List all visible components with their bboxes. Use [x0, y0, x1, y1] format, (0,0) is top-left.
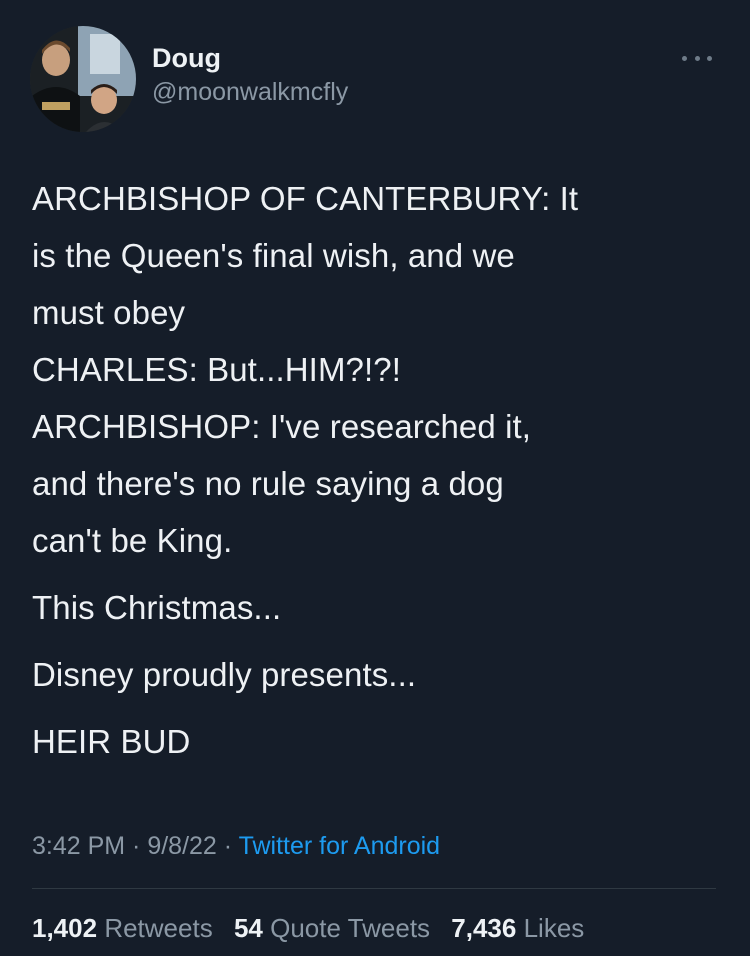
likes-count: 7,436 — [451, 913, 517, 943]
retweets-label: Retweets — [104, 913, 213, 943]
tweet-line: ARCHBISHOP: I've researched it, — [32, 408, 532, 445]
tweet-stats: 1,402 Retweets 54 Quote Tweets 7,436 Lik… — [32, 910, 598, 946]
avatar[interactable] — [30, 26, 136, 132]
likes-label: Likes — [523, 913, 585, 943]
quotes-count: 54 — [233, 913, 263, 943]
dot — [682, 55, 687, 61]
user-handle[interactable]: @moonwalkmcfly — [152, 76, 348, 108]
tweet-header: Doug @moonwalkmcfly — [30, 22, 720, 132]
tweet-line: and there's no rule saying a dog — [32, 465, 504, 502]
likes-stat[interactable]: 7,436 Likes — [451, 913, 584, 943]
tweet-line: This Christmas... — [32, 589, 282, 626]
tweet-meta: 3:42 PM · 9/8/22 · Twitter for Android — [32, 828, 440, 864]
author-names: Doug @moonwalkmcfly — [152, 42, 348, 108]
divider — [32, 888, 716, 889]
retweets-count: 1,402 — [32, 913, 98, 943]
dot — [694, 55, 700, 61]
tweet-line: can't be King. — [32, 522, 233, 559]
tweet-card: Doug @moonwalkmcfly ARCHBISHOP OF CANTER… — [0, 0, 750, 956]
tweet-date[interactable]: 9/8/22 — [147, 832, 217, 860]
tweet-line: HEIR BUD — [32, 723, 191, 760]
separator: · — [125, 832, 148, 860]
display-name[interactable]: Doug — [152, 42, 348, 74]
source-link[interactable]: Twitter for Android — [239, 832, 440, 860]
tweet-text: ARCHBISHOP OF CANTERBURY: It is the Quee… — [32, 170, 722, 770]
quotes-label: Quote Tweets — [270, 913, 431, 943]
tweet-line: must obey — [32, 294, 186, 331]
dot — [707, 55, 712, 61]
quote-tweets-stat[interactable]: 54 Quote Tweets — [234, 913, 430, 943]
tweet-line: CHARLES: But...HIM?!?! — [32, 351, 401, 388]
profile-photo-icon — [30, 26, 136, 132]
more-dots-icon[interactable] — [682, 52, 712, 64]
tweet-line: ARCHBISHOP OF CANTERBURY: It — [32, 180, 579, 217]
tweet-line: Disney proudly presents... — [32, 656, 417, 693]
separator: · — [216, 832, 239, 860]
retweets-stat[interactable]: 1,402 Retweets — [32, 913, 213, 943]
tweet-line: is the Queen's final wish, and we — [32, 237, 515, 274]
tweet-time[interactable]: 3:42 PM — [32, 832, 125, 860]
